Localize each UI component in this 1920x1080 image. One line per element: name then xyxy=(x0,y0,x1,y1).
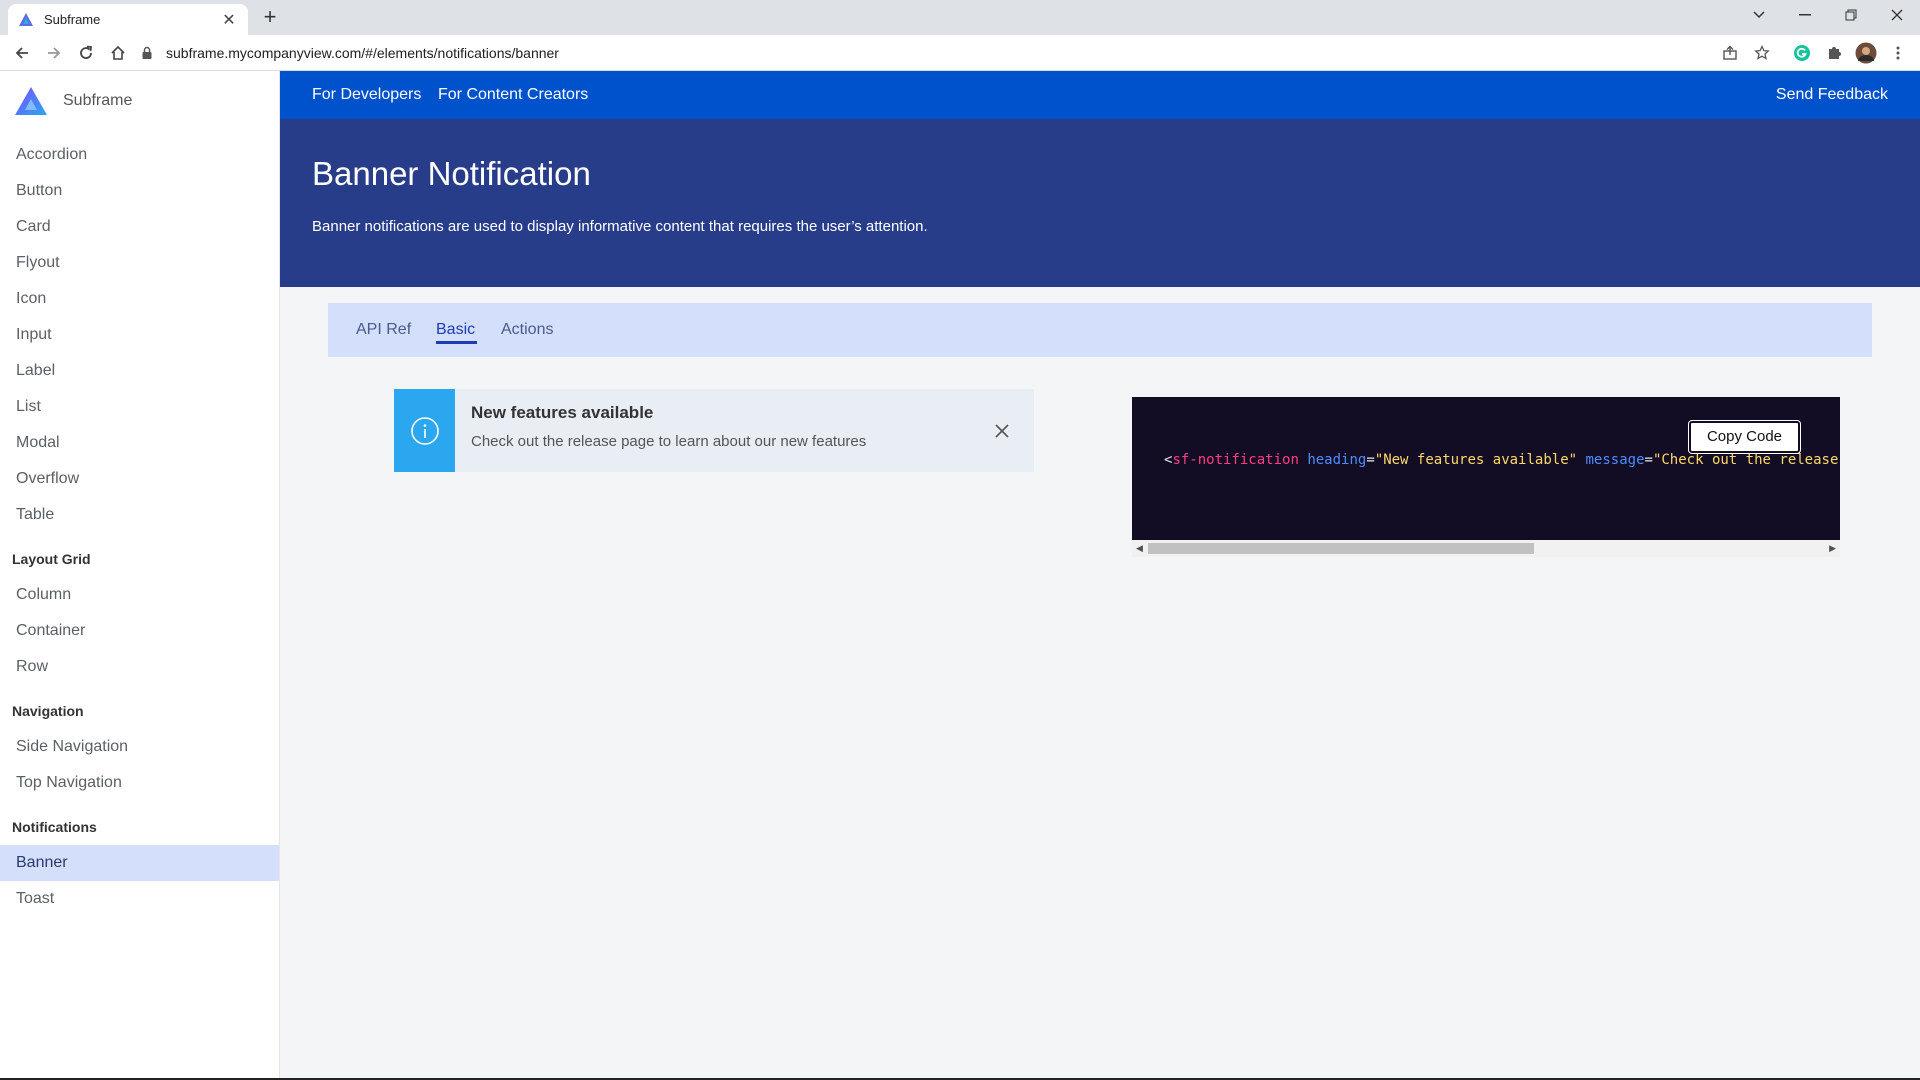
grammarly-extension-icon[interactable] xyxy=(1790,41,1814,65)
sidebar-item-label[interactable]: Label xyxy=(0,353,279,389)
page-header: Banner Notification Banner notifications… xyxy=(280,119,1920,287)
sidebar-item-table[interactable]: Table xyxy=(0,497,279,533)
code-block: <sf-notification heading="New features a… xyxy=(1132,397,1840,540)
active-tab-indicator xyxy=(436,341,477,344)
page-description: Banner notifications are used to display… xyxy=(312,218,928,235)
sidebar-heading-notifications: Notifications xyxy=(12,819,97,835)
browser-menu-icon[interactable] xyxy=(1886,41,1910,65)
sidebar-item-side-navigation[interactable]: Side Navigation xyxy=(0,729,279,765)
copy-code-button[interactable]: Copy Code xyxy=(1688,421,1800,453)
top-navigation: For Developers For Content Creators Send… xyxy=(280,71,1920,119)
tab-actions[interactable]: Actions xyxy=(501,303,553,357)
sidebar-item-column[interactable]: Column xyxy=(0,577,279,613)
for-developers-link[interactable]: For Developers xyxy=(312,71,421,119)
subframe-logo-icon xyxy=(15,87,47,115)
back-icon[interactable] xyxy=(10,41,34,65)
close-tab-icon[interactable]: ✕ xyxy=(220,10,238,30)
scrollbar-thumb[interactable] xyxy=(1148,543,1534,554)
banner-close-button[interactable] xyxy=(970,389,1034,472)
sidebar-heading-navigation: Navigation xyxy=(12,703,84,719)
info-icon xyxy=(410,416,439,445)
new-tab-icon[interactable]: + xyxy=(258,5,282,29)
scroll-left-icon[interactable]: ◀ xyxy=(1136,543,1143,554)
code-horizontal-scrollbar[interactable]: ◀ ▶ xyxy=(1132,540,1840,557)
home-icon[interactable] xyxy=(106,41,130,65)
tab-basic[interactable]: Basic xyxy=(436,303,475,357)
browser-tab[interactable]: Subframe ✕ xyxy=(8,4,248,35)
subframe-logo-icon xyxy=(19,12,33,26)
sidebar: Subframe Accordion Button Card Flyout Ic… xyxy=(0,71,280,1080)
address-bar[interactable]: subframe.mycompanyview.com/#/elements/no… xyxy=(140,39,1740,67)
sidebar-item-list[interactable]: List xyxy=(0,389,279,425)
example-tabs: API Ref Basic Actions xyxy=(328,303,1872,357)
sidebar-item-top-navigation[interactable]: Top Navigation xyxy=(0,765,279,801)
sidebar-item-button[interactable]: Button xyxy=(0,173,279,209)
minimize-icon[interactable] xyxy=(1782,0,1828,30)
reload-icon[interactable] xyxy=(74,41,98,65)
browser-tab-bar: Subframe ✕ + xyxy=(0,0,1920,35)
tab-api-ref[interactable]: API Ref xyxy=(356,303,411,357)
sidebar-item-row[interactable]: Row xyxy=(0,649,279,685)
banner-icon-stripe xyxy=(394,389,455,472)
browser-toolbar: subframe.mycompanyview.com/#/elements/no… xyxy=(0,35,1920,71)
sidebar-item-accordion[interactable]: Accordion xyxy=(0,137,279,173)
sidebar-heading-layout-grid: Layout Grid xyxy=(12,551,91,567)
sidebar-item-flyout[interactable]: Flyout xyxy=(0,245,279,281)
lock-icon xyxy=(142,46,152,59)
extensions-puzzle-icon[interactable] xyxy=(1822,41,1846,65)
brand-name: Subframe xyxy=(63,92,133,109)
share-icon[interactable] xyxy=(1718,41,1742,65)
banner-message: Check out the release page to learn abou… xyxy=(471,433,867,450)
sidebar-nav: Accordion Button Card Flyout Icon Input … xyxy=(0,137,279,917)
tab-title: Subframe xyxy=(44,12,101,27)
scroll-right-icon[interactable]: ▶ xyxy=(1829,543,1836,554)
bookmark-star-icon[interactable] xyxy=(1750,41,1774,65)
banner-body: New features available Check out the rel… xyxy=(455,389,970,472)
brand[interactable]: Subframe xyxy=(14,81,132,121)
sidebar-item-overflow[interactable]: Overflow xyxy=(0,461,279,497)
sidebar-item-card[interactable]: Card xyxy=(0,209,279,245)
sidebar-item-input[interactable]: Input xyxy=(0,317,279,353)
restore-icon[interactable] xyxy=(1828,0,1874,30)
sidebar-item-toast[interactable]: Toast xyxy=(0,881,279,917)
code-line: <sf-notification heading="New features a… xyxy=(1164,452,1839,468)
tab-search-icon[interactable] xyxy=(1736,0,1782,30)
banner-notification: New features available Check out the rel… xyxy=(394,389,1034,472)
close-window-icon[interactable] xyxy=(1874,0,1920,30)
forward-icon[interactable] xyxy=(42,41,66,65)
sidebar-item-banner[interactable]: Banner xyxy=(0,845,279,881)
for-content-creators-link[interactable]: For Content Creators xyxy=(438,71,588,119)
sidebar-item-container[interactable]: Container xyxy=(0,613,279,649)
code-sample: <sf-notification heading="New features a… xyxy=(1132,397,1840,557)
send-feedback-link[interactable]: Send Feedback xyxy=(1776,71,1888,119)
profile-avatar[interactable] xyxy=(1854,41,1878,65)
sidebar-item-icon[interactable]: Icon xyxy=(0,281,279,317)
close-icon xyxy=(995,423,1009,438)
banner-heading: New features available xyxy=(471,403,654,422)
url-text: subframe.mycompanyview.com/#/elements/no… xyxy=(166,45,559,61)
sidebar-item-modal[interactable]: Modal xyxy=(0,425,279,461)
page-title: Banner Notification xyxy=(312,155,591,192)
